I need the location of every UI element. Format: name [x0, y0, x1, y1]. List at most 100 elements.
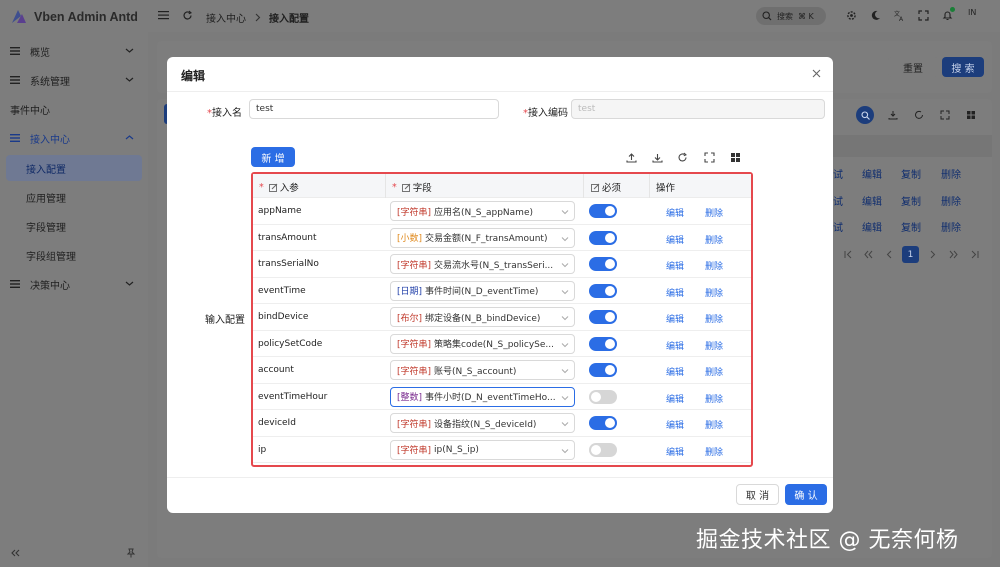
translate-icon[interactable]: 文A	[894, 10, 905, 21]
field-select[interactable]: [字符串] ip(N_S_ip)	[390, 439, 575, 460]
pin-icon[interactable]	[126, 548, 136, 558]
moon-icon[interactable]	[870, 10, 881, 21]
required-toggle[interactable]	[589, 416, 617, 430]
field-select[interactable]: [布尔] 绑定设备(N_B_bindDevice)	[390, 307, 575, 327]
delete-link[interactable]: 删除	[705, 339, 723, 352]
delete-link[interactable]: 删除	[705, 259, 723, 272]
edit-link[interactable]: 编辑	[666, 365, 684, 378]
add-button[interactable]: 新 增	[251, 147, 295, 167]
edit-link[interactable]: 编辑	[666, 286, 684, 299]
double-chevron-right-icon[interactable]	[949, 250, 958, 259]
fullscreen-icon[interactable]	[940, 110, 950, 120]
edit-link[interactable]: 编辑	[666, 259, 684, 272]
delete-link[interactable]: 删除	[705, 365, 723, 378]
avatar[interactable]: IN	[968, 8, 986, 24]
field-value: 绑定设备(N_B_bindDevice)	[425, 313, 541, 324]
field-select[interactable]: [小数] 交易金额(N_F_transAmount)	[390, 227, 575, 248]
header-required: 必须	[591, 180, 621, 194]
delete-link[interactable]: 删除	[941, 166, 961, 181]
required-toggle[interactable]	[589, 204, 617, 218]
chevron-left-icon[interactable]	[885, 250, 894, 259]
fullscreen-icon[interactable]	[701, 149, 717, 165]
field-select[interactable]: [日期] 事件时间(N_D_eventTime)	[390, 280, 575, 301]
double-chevron-left-icon[interactable]	[10, 548, 20, 558]
page-current[interactable]: 1	[902, 246, 919, 263]
menu-toggle-icon[interactable]	[158, 10, 169, 20]
required-toggle[interactable]	[589, 257, 617, 271]
edit-link[interactable]: 编辑	[666, 339, 684, 352]
required-toggle[interactable]	[589, 336, 617, 351]
field-select[interactable]: [字符串] 设备指纹(N_S_deviceId)	[390, 413, 575, 433]
copy-link[interactable]: 复制	[901, 219, 921, 234]
edit-link[interactable]: 编辑	[666, 233, 684, 246]
sidebar-item-overview[interactable]: 概览	[0, 38, 148, 64]
sidebar-item-access-config[interactable]: 接入配置	[6, 155, 142, 181]
sidebar-item-apps[interactable]: 应用管理	[0, 184, 148, 210]
header-param: * 入参	[259, 181, 299, 195]
edit-link[interactable]: 编辑	[862, 166, 882, 181]
field-select[interactable]: [字符串] 应用名(N_S_appName)	[390, 201, 575, 221]
field-select[interactable]: [字符串] 交易流水号(N_S_transSeri...	[390, 254, 575, 274]
column-settings-icon[interactable]	[966, 110, 976, 120]
row-prefix: 试	[833, 197, 843, 208]
upload-icon[interactable]	[623, 149, 639, 165]
required-toggle[interactable]	[589, 442, 617, 457]
copy-link[interactable]: 复制	[901, 166, 921, 181]
double-chevron-left-icon[interactable]	[864, 250, 873, 259]
refresh-icon[interactable]	[182, 10, 193, 21]
required-toggle[interactable]	[589, 230, 617, 245]
delete-link[interactable]: 删除	[705, 392, 723, 405]
delete-link[interactable]: 删除	[705, 312, 723, 325]
field-select[interactable]: [整数] 事件小时(D_N_eventTimeHo...	[390, 386, 575, 407]
copy-link[interactable]: 复制	[901, 193, 921, 208]
required-toggle[interactable]	[589, 310, 617, 324]
refresh-icon[interactable]	[674, 149, 690, 165]
edit-link[interactable]: 编辑	[862, 193, 882, 208]
sidebar-item-access[interactable]: 接入中心	[0, 125, 148, 151]
search-icon[interactable]	[856, 106, 874, 124]
delete-link[interactable]: 删除	[705, 445, 723, 458]
delete-link[interactable]: 删除	[705, 418, 723, 431]
sidebar-item-decision[interactable]: 决策中心	[0, 271, 148, 297]
required-toggle[interactable]	[589, 363, 617, 377]
first-page-icon[interactable]	[844, 250, 853, 259]
column-divider	[649, 174, 650, 198]
sidebar-item-system[interactable]: 系统管理	[0, 67, 148, 93]
field-select[interactable]: [字符串] 账号(N_S_account)	[390, 360, 575, 380]
refresh-icon[interactable]	[914, 110, 924, 120]
column-settings-icon[interactable]	[727, 149, 743, 165]
breadcrumb-item[interactable]: 接入中心	[206, 10, 246, 25]
edit-link[interactable]: 编辑	[666, 418, 684, 431]
edit-link[interactable]: 编辑	[666, 445, 684, 458]
download-icon[interactable]	[888, 110, 898, 120]
delete-link[interactable]: 删除	[941, 219, 961, 234]
sidebar-item-fields[interactable]: 字段管理	[0, 213, 148, 239]
fullscreen-icon[interactable]	[918, 10, 929, 21]
delete-link[interactable]: 删除	[705, 233, 723, 246]
delete-link[interactable]: 删除	[705, 206, 723, 219]
edit-link[interactable]: 编辑	[862, 219, 882, 234]
reset-button[interactable]: 重置	[888, 57, 938, 77]
edit-link[interactable]: 编辑	[666, 312, 684, 325]
required-toggle[interactable]	[589, 283, 617, 298]
sidebar-item-events[interactable]: 事件中心	[0, 96, 148, 122]
sidebar-item-field-groups[interactable]: 字段组管理	[0, 242, 148, 268]
confirm-button[interactable]: 确 认	[785, 484, 827, 505]
download-icon[interactable]	[649, 149, 665, 165]
search-placeholder: 搜索	[777, 11, 793, 21]
access-name-input[interactable]: test	[249, 99, 499, 119]
last-page-icon[interactable]	[970, 250, 979, 259]
close-icon[interactable]	[812, 69, 821, 78]
field-select[interactable]: [字符串] 策略集code(N_S_policySe...	[390, 333, 575, 354]
delete-link[interactable]: 删除	[941, 193, 961, 208]
required-toggle[interactable]	[589, 389, 617, 404]
gear-icon[interactable]	[846, 10, 857, 21]
global-search[interactable]: 搜索 ⌘ K	[756, 7, 826, 25]
delete-link[interactable]: 删除	[705, 286, 723, 299]
cancel-button[interactable]: 取 消	[736, 484, 779, 505]
edit-link[interactable]: 编辑	[666, 206, 684, 219]
logo[interactable]: Vben Admin Antd	[10, 8, 138, 26]
edit-link[interactable]: 编辑	[666, 392, 684, 405]
search-button[interactable]: 搜 索	[942, 57, 984, 77]
chevron-right-icon[interactable]	[928, 250, 937, 259]
